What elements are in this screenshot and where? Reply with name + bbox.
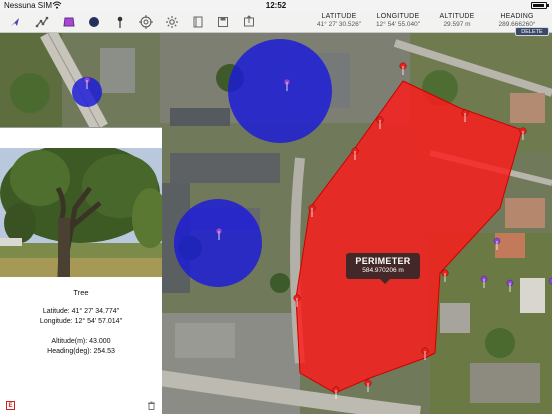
notebook-icon[interactable]: [189, 13, 207, 31]
perimeter-callout[interactable]: PERIMETER 584.970206 m: [346, 253, 420, 284]
polygon-icon[interactable]: [60, 13, 78, 31]
longitude-label: LONGITUDE: [376, 13, 420, 20]
latitude-readout: LATITUDE 41° 27' 30.526": [310, 13, 368, 28]
circle-icon[interactable]: [85, 13, 103, 31]
point-altitude: Altitude(m): 43.000: [51, 338, 111, 345]
toolbar: LATITUDE 41° 27' 30.526" LONGITUDE 12° 5…: [0, 11, 552, 33]
save-icon[interactable]: [214, 13, 232, 31]
export-icon[interactable]: [240, 13, 258, 31]
longitude-readout: LONGITUDE 12° 54' 55.040": [368, 13, 428, 28]
cursor-arrow-icon[interactable]: [6, 13, 24, 31]
pin-icon[interactable]: [111, 13, 129, 31]
point-longitude: Longitude: 12° 54' 57.014": [39, 318, 123, 325]
trash-icon[interactable]: [147, 401, 156, 410]
heading-readout: HEADING 289.666260°: [486, 13, 548, 28]
gps-readouts: LATITUDE 41° 27' 30.526" LONGITUDE 12° 5…: [310, 11, 548, 33]
delete-button[interactable]: DELETE: [515, 27, 549, 36]
target-icon[interactable]: [137, 13, 155, 31]
edit-icon[interactable]: E: [6, 401, 15, 410]
altitude-label: ALTITUDE: [439, 13, 475, 20]
heading-label: HEADING: [500, 13, 534, 20]
status-bar: Nessuna SIM 12:52: [0, 0, 552, 11]
longitude-value: 12° 54' 55.040": [375, 21, 421, 28]
point-title: Tree: [73, 288, 89, 297]
clock: 12:52: [265, 1, 287, 10]
settings-icon[interactable]: [163, 13, 181, 31]
point-latitude: Latitude: 41° 27' 34.774": [42, 308, 120, 315]
tree-photo[interactable]: [0, 148, 162, 277]
callout-title: PERIMETER: [355, 256, 411, 266]
latitude-label: LATITUDE: [321, 13, 357, 20]
latitude-value: 41° 27' 30.526": [316, 21, 362, 28]
panel-header: [0, 128, 162, 148]
point-info: Tree Latitude: 41° 27' 34.774" Longitude…: [0, 288, 162, 357]
callout-value: 584.970206 m: [362, 267, 404, 274]
battery-icon: [531, 2, 549, 9]
polyline-icon[interactable]: [33, 13, 51, 31]
altitude-value: 29.597 m: [443, 21, 471, 28]
altitude-readout: ALTITUDE 29.597 m: [428, 13, 486, 28]
point-detail-panel: Tree Latitude: 41° 27' 34.774" Longitude…: [0, 127, 162, 414]
point-heading: Heading(deg): 254.53: [47, 348, 115, 355]
